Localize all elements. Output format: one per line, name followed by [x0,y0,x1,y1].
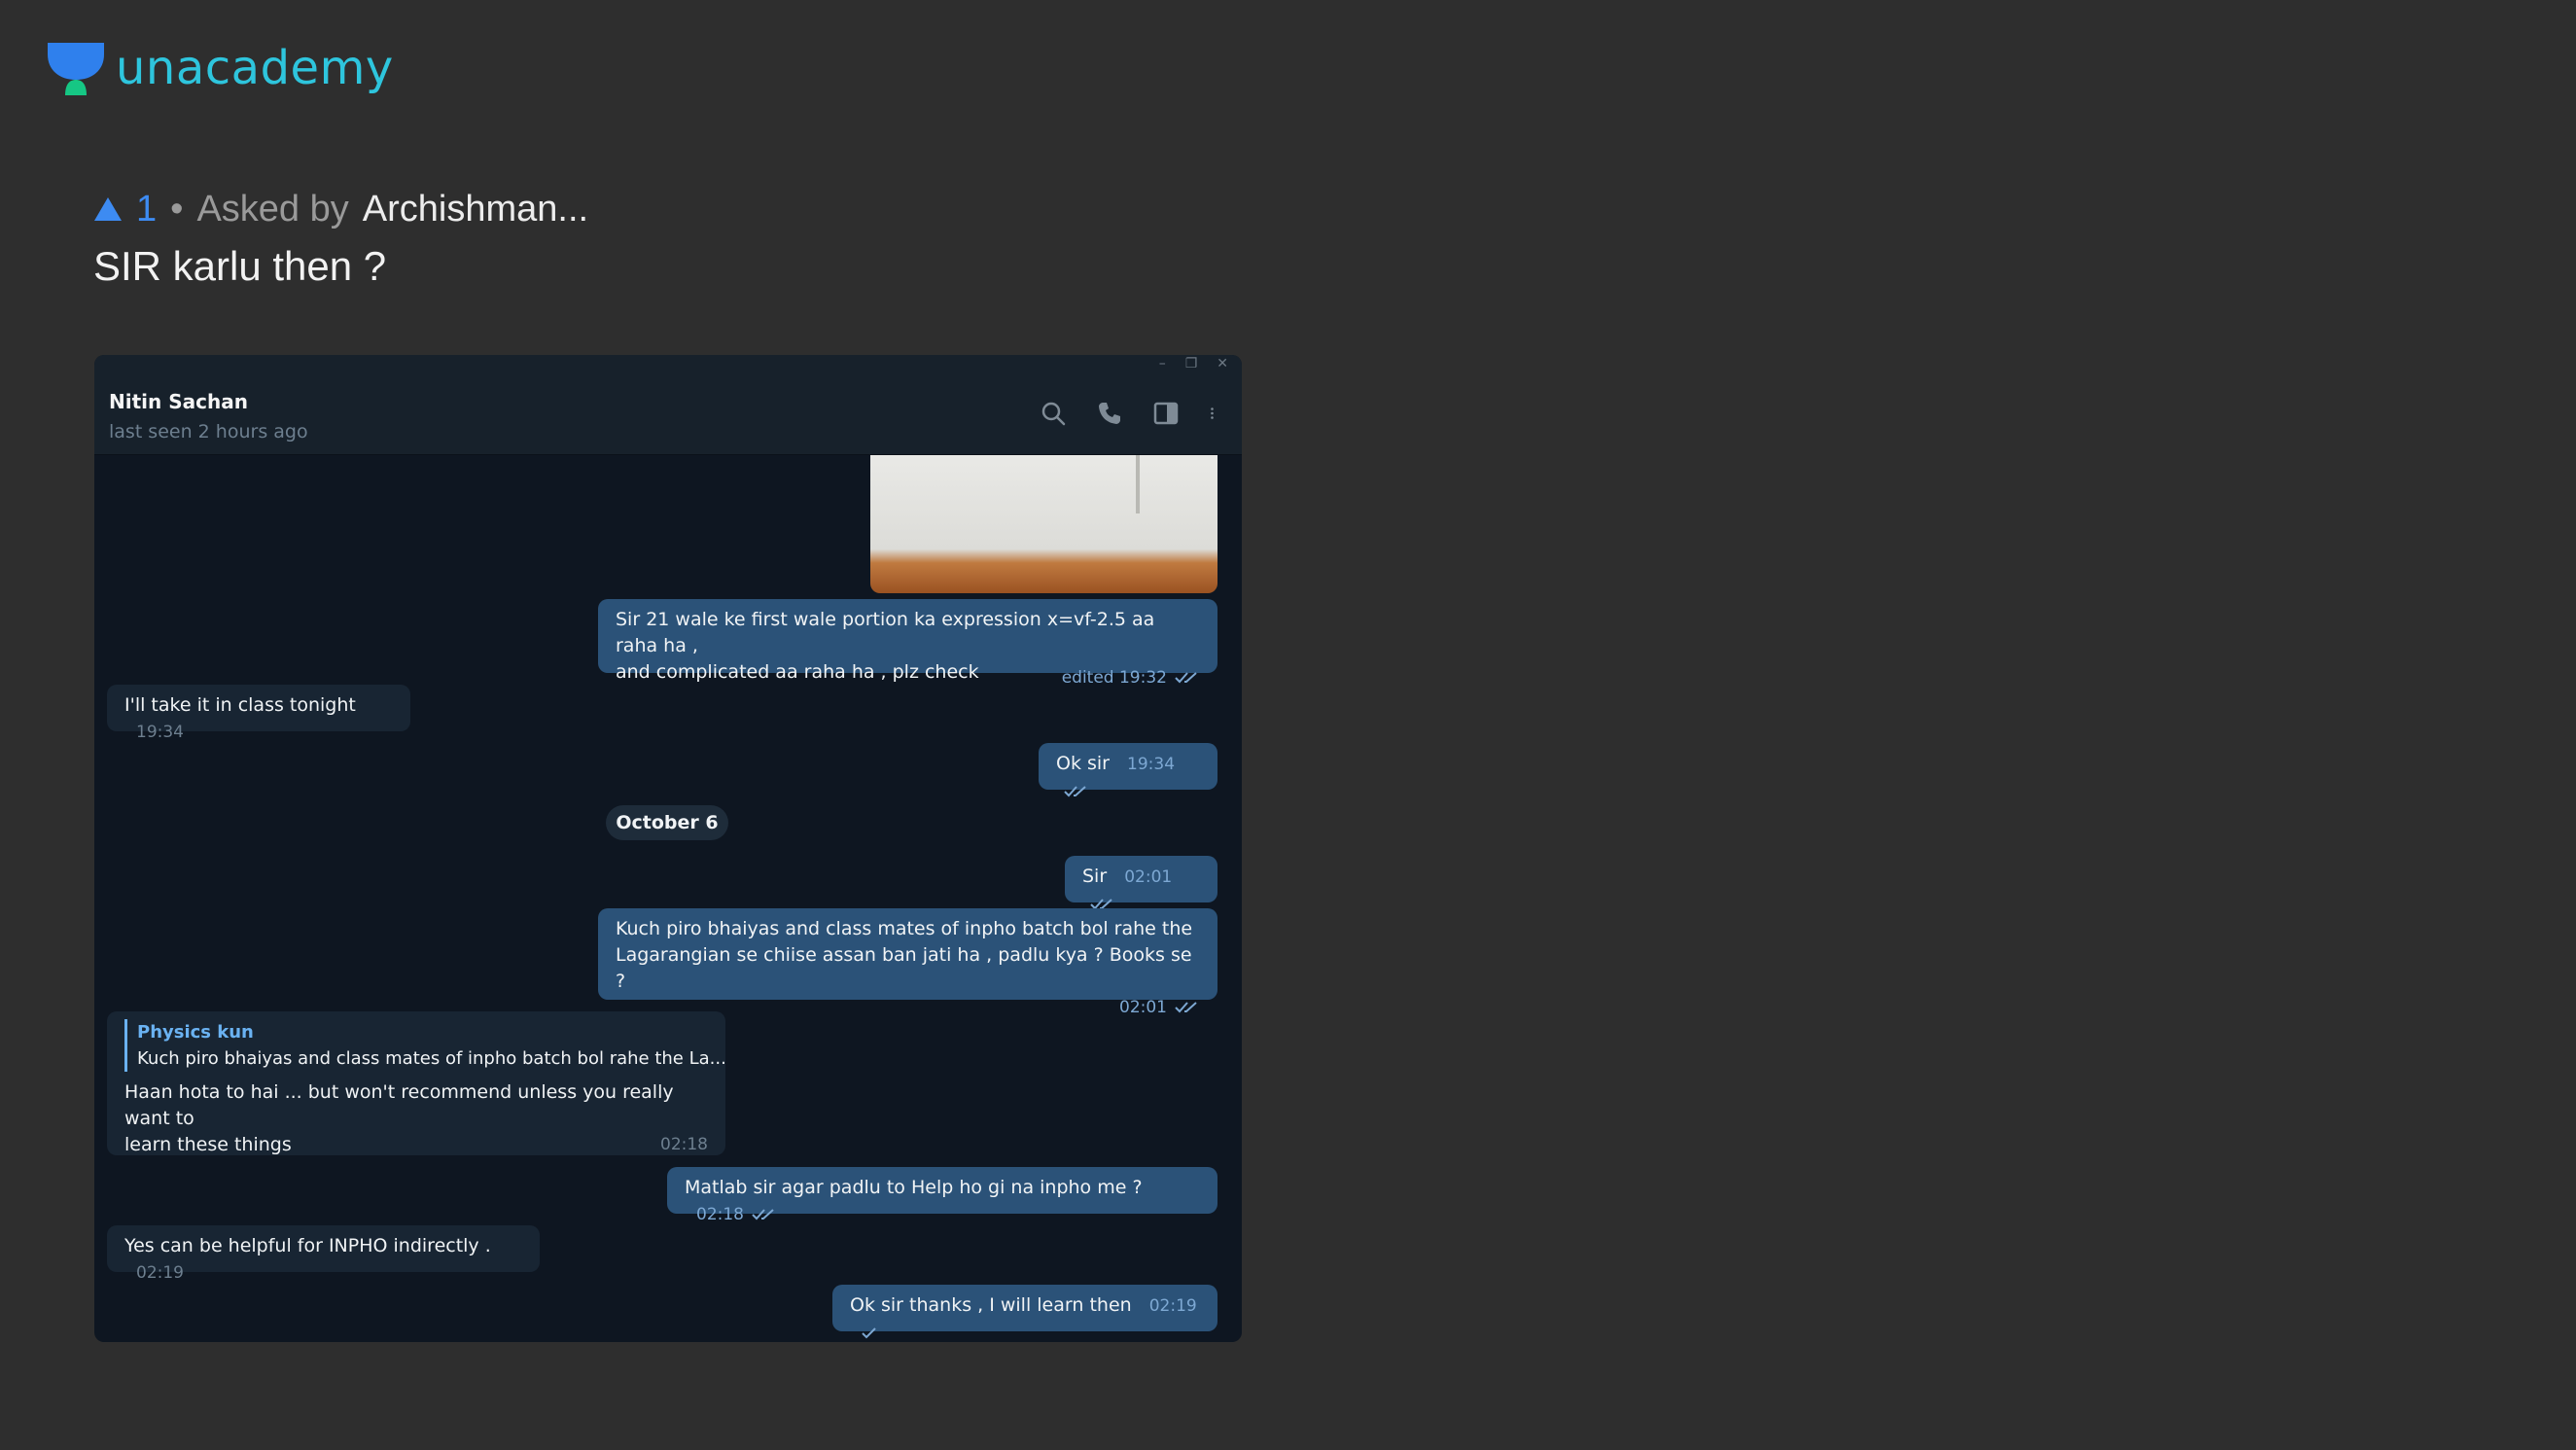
message-incoming-reply[interactable]: Physics kun Kuch piro bhaiyas and class … [107,1011,726,1155]
message-time: 19:34 [136,723,184,742]
message-time: 02:19 [136,1263,184,1283]
message-outgoing[interactable]: Matlab sir agar padlu to Help ho gi na i… [667,1167,1217,1224]
maximize-icon[interactable]: ❐ [1185,356,1198,371]
message-text: Haan hota to hai ... but won't recommend… [124,1081,674,1129]
photo-message[interactable] [870,455,1217,593]
sidebar-toggle-icon[interactable] [1152,400,1180,427]
contact-status: last seen 2 hours ago [109,421,308,442]
message-time: 02:18 [696,1205,744,1224]
message-text: learn these things [124,1134,292,1155]
reply-author: Physics kun [137,1022,254,1043]
message-text: Lagarangian se chiise assan ban jati ha … [616,944,1192,992]
message-text: Ok sir [1056,753,1110,774]
chat-screenshot: – ❐ ✕ Nitin Sachan last seen 2 hours ago [94,355,1242,1342]
message-text: Matlab sir agar padlu to Help ho gi na i… [685,1177,1143,1198]
unacademy-logo-icon [48,43,104,95]
window-titlebar: – ❐ ✕ [94,355,1242,372]
header-actions [1040,400,1222,427]
reply-text: Kuch piro bhaiyas and class mates of inp… [137,1048,726,1069]
message-outgoing[interactable]: Sir 02:01 [1065,856,1217,910]
reply-quote[interactable]: Physics kun Kuch piro bhaiyas and class … [124,1019,726,1072]
question-title: SIR karlu then ? [93,243,387,289]
message-time: 02:01 [1119,998,1167,1017]
message-incoming[interactable]: I'll take it in class tonight 19:34 [107,685,410,742]
double-check-icon [1175,672,1197,684]
message-time: edited 19:32 [1061,668,1167,688]
double-check-icon [1064,786,1086,797]
message-text: Sir 21 wale ke first wale portion ka exp… [616,609,1155,656]
message-time: 19:34 [1127,755,1176,774]
phone-icon[interactable] [1096,400,1123,427]
asked-by-label: Asked by [196,188,349,230]
message-time: 02:18 [660,1135,708,1154]
message-time: 02:01 [1124,867,1173,887]
question-meta: 1 • Asked by Archishman... [93,185,588,233]
message-incoming[interactable]: Yes can be helpful for INPHO indirectly … [107,1225,540,1283]
double-check-icon [1175,1002,1197,1013]
message-text: and complicated aa raha ha , plz check [616,661,979,683]
message-time: 02:19 [1148,1296,1197,1316]
message-text: Yes can be helpful for INPHO indirectly … [124,1235,491,1256]
upvote-count: 1 [136,188,158,230]
message-outgoing[interactable]: Ok sir 19:34 [1039,743,1217,797]
meta-separator: • [170,188,184,230]
message-outgoing[interactable]: Ok sir thanks , I will learn then 02:19 [832,1285,1217,1339]
double-check-icon [752,1209,774,1220]
upvote-icon[interactable] [93,196,123,222]
chat-header: Nitin Sachan last seen 2 hours ago [94,372,1242,455]
search-icon[interactable] [1040,400,1067,427]
message-text: Sir [1082,866,1108,887]
date-separator: October 6 [606,805,728,840]
message-text: Ok sir thanks , I will learn then [850,1294,1132,1316]
minimize-icon[interactable]: – [1159,356,1166,371]
message-text: Kuch piro bhaiyas and class mates of inp… [616,918,1193,939]
single-check-icon [862,1327,876,1339]
asker-name[interactable]: Archishman... [363,189,588,230]
brand-name: unacademy [116,41,394,95]
contact-name[interactable]: Nitin Sachan [109,390,248,413]
message-outgoing[interactable]: Sir 21 wale ke first wale portion ka exp… [598,599,1217,688]
message-list: Sir 21 wale ke first wale portion ka exp… [94,455,1242,1342]
message-outgoing[interactable]: Kuch piro bhaiyas and class mates of inp… [598,908,1217,1017]
unacademy-logo[interactable]: unacademy [46,39,394,97]
more-options-icon[interactable] [1209,400,1222,427]
message-text: I'll take it in class tonight [124,694,356,716]
close-icon[interactable]: ✕ [1217,356,1228,371]
